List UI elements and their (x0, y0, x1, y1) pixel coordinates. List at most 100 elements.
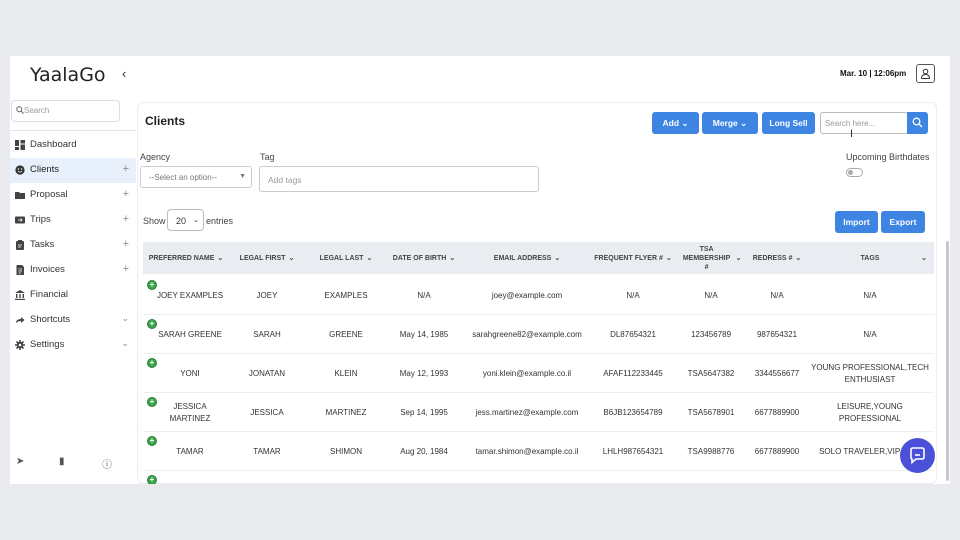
chevron-down-icon[interactable]: ⌄ (121, 338, 129, 349)
column-header-tags[interactable]: TAGS ⌄ (809, 242, 931, 274)
cell-tsa-membership: TSA5647382 (687, 368, 735, 378)
add-client-icon[interactable]: + (123, 163, 129, 175)
table-scrollbar[interactable] (946, 241, 949, 481)
cell-legal-first: TAMAR (253, 446, 281, 456)
import-button[interactable]: Import (835, 211, 878, 233)
add-proposal-icon[interactable]: + (123, 188, 129, 200)
client-search-input[interactable]: Search here... (820, 112, 908, 134)
search-icon (16, 106, 24, 114)
help-icon[interactable]: ⓘ (102, 456, 112, 471)
gear-icon (15, 340, 25, 350)
sidebar-item-shortcuts[interactable]: Shortcuts ⌄ (10, 308, 136, 333)
sort-icon: ⌄ (217, 254, 224, 262)
add-button[interactable]: Add ⌄ (652, 112, 699, 134)
sidebar-item-label: Dashboard (30, 139, 77, 150)
sidebar-item-settings[interactable]: Settings ⌄ (10, 333, 136, 358)
sidebar-item-tasks[interactable]: Tasks + (10, 233, 136, 258)
sidebar-item-proposal[interactable]: Proposal + (10, 183, 136, 208)
table-row[interactable]: +EREZEREZBEN ARIMar 03, 1978erez.benari@… (143, 471, 934, 484)
cell-tags: YOUNG PROFESSIONAL,TECH ENTHUSIAST (811, 362, 929, 384)
show-label: Show (143, 216, 166, 226)
column-header-label: PREFERRED NAME (148, 254, 215, 262)
sidebar-item-invoices[interactable]: Invoices + (10, 258, 136, 283)
cell-date-of-birth: Mar 03, 1978 (385, 471, 463, 484)
plane-ticket-icon (15, 216, 25, 224)
cell-preferred-name: JESSICA MARTINEZ (169, 401, 211, 423)
text-cursor-icon: I (850, 128, 854, 140)
cell-tsa-membership: TSA5678901 (687, 407, 735, 417)
sidebar-item-label: Financial (30, 289, 69, 300)
cell-email: tamar.shimon@example.co.il (475, 446, 579, 456)
column-header-email[interactable]: EMAIL ADDRESS ⌄ (465, 242, 589, 274)
entries-per-page-select[interactable]: 20 ⌄ (167, 209, 204, 231)
table-row[interactable]: + SARAH GREENE SARAH GREENE May 14, 1985 sara… (143, 315, 934, 354)
cell-date-of-birth: Aug 20, 1984 (400, 446, 448, 456)
share-icon (16, 317, 25, 323)
cell-redress: 6677889900 (754, 407, 800, 417)
upcoming-birthdates-toggle[interactable] (846, 168, 863, 177)
chat-icon (910, 447, 925, 465)
column-header-frequent-flyer[interactable]: FREQUENT FLYER # ⌄ (591, 242, 675, 274)
cell-frequent-flyer: AFAF112233445 (603, 368, 663, 378)
column-header-date-of-birth[interactable]: DATE OF BIRTH ⌄ (385, 242, 463, 274)
app-window: YaalaGo ‹ Mar. 10 | 12:06pm Search Dashb… (10, 56, 950, 484)
cell-legal-last: KLEIN (334, 368, 358, 378)
agency-select-value: --Select an option-- (149, 173, 218, 182)
chevron-down-icon[interactable]: ⌄ (121, 313, 129, 324)
page-title: Clients (145, 114, 186, 128)
cell-frequent-flyer: B6JB123654789 (603, 407, 663, 417)
document-icon[interactable]: ▮ (59, 456, 65, 467)
sidebar-item-trips[interactable]: Trips + (10, 208, 136, 233)
dashboard-icon (15, 140, 25, 150)
column-header-legal-last[interactable]: LEGAL LAST ⌄ (309, 242, 383, 274)
rocket-icon[interactable]: ➤ (16, 456, 24, 467)
sidebar-search-placeholder: Search (24, 106, 50, 115)
merge-button[interactable]: Merge ⌄ (702, 112, 758, 134)
table-row[interactable]: + JESSICA MARTINEZ JESSICA MARTINEZ Sep 14, … (143, 393, 934, 432)
column-header-redress[interactable]: REDRESS # ⌄ (747, 242, 807, 274)
collapse-sidebar-icon[interactable]: ‹ (122, 66, 126, 81)
sidebar-search-input[interactable]: Search (11, 100, 120, 122)
column-header-tsa-membership[interactable]: TSA MEMBERSHIP # ⌄ (677, 242, 745, 274)
table-row[interactable]: + JOEY EXAMPLES JOEY EXAMPLES N/A joey@exampl… (143, 276, 934, 315)
column-header-legal-first[interactable]: LEGAL FIRST ⌄ (227, 242, 307, 274)
column-header-preferred-name[interactable]: PREFERRED NAME ⌄ (147, 242, 225, 274)
sidebar-item-financial[interactable]: Financial (10, 283, 136, 308)
column-header-label: LEGAL LAST (319, 254, 364, 262)
cell-preferred-name: JOEY EXAMPLES (156, 290, 224, 300)
app-logo[interactable]: YaalaGo (30, 64, 106, 86)
user-account-button[interactable] (916, 64, 935, 83)
sidebar-item-dashboard[interactable]: Dashboard (10, 133, 136, 158)
cell-tsa-membership: 123456789 (690, 329, 732, 339)
table-row[interactable]: + TAMAR TAMAR SHIMON Aug 20, 1984 tamar.shimo… (143, 432, 934, 471)
cell-frequent-flyer: LHLH987654321 (602, 446, 664, 456)
add-trip-icon[interactable]: + (123, 213, 129, 225)
add-invoice-icon[interactable]: + (123, 263, 129, 275)
long-sell-button[interactable]: Long Sell (762, 112, 815, 134)
column-header-label: FREQUENT FLYER # (594, 254, 663, 262)
agency-select[interactable]: --Select an option-- ▼ (140, 166, 252, 188)
cell-tsa-membership: TSA3344556 (677, 471, 745, 484)
user-icon (920, 68, 931, 79)
sidebar-item-clients[interactable]: Clients + (10, 158, 136, 183)
sort-icon: ⌄ (921, 254, 927, 262)
cell-redress: 987654321 (756, 329, 798, 339)
export-button[interactable]: Export (881, 211, 925, 233)
cell-legal-first: SARAH (253, 329, 281, 339)
column-header-label: LEGAL FIRST (239, 254, 286, 262)
cell-tags: N/A (863, 329, 877, 339)
cell-legal-first: JONATAN (248, 368, 286, 378)
add-task-icon[interactable]: + (123, 238, 129, 250)
table-row[interactable]: + YONI JONATAN KLEIN May 12, 1993 yoni.klein@… (143, 354, 934, 393)
upcoming-birthdates-label: Upcoming Birthdates (846, 152, 930, 162)
sidebar-nav: Dashboard Clients + Proposal + Trips + T… (10, 133, 136, 358)
tag-input[interactable]: Add tags (259, 166, 539, 192)
search-button[interactable] (907, 112, 928, 134)
folder-icon (15, 192, 25, 199)
sort-icon: ⌄ (665, 254, 672, 262)
tag-label: Tag (260, 152, 275, 162)
cell-legal-first: JOEY (256, 290, 278, 300)
smiley-icon (15, 165, 25, 175)
cell-redress: 6677889900 (754, 446, 800, 456)
chat-launcher-button[interactable] (900, 438, 935, 473)
